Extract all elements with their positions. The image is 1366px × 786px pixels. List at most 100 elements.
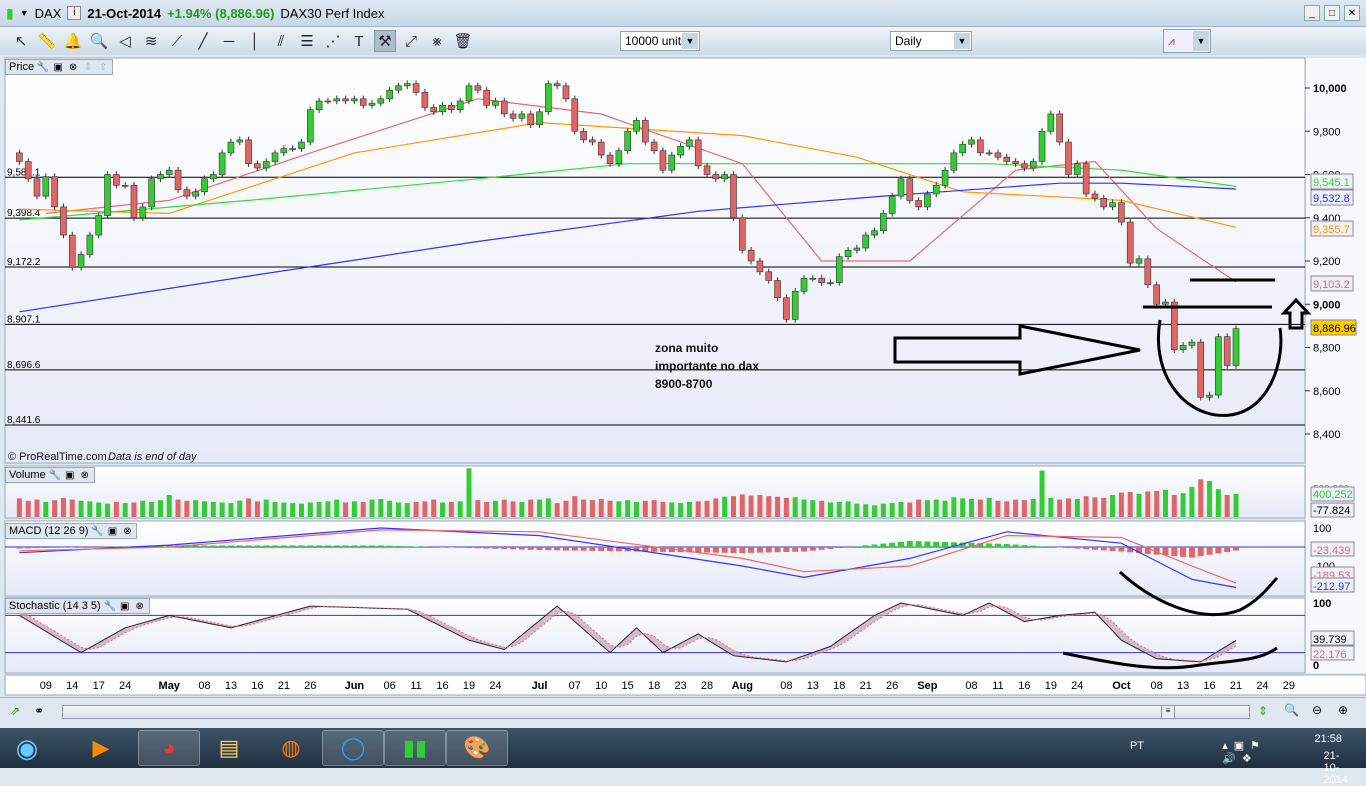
instrument-name: DAX30 Perf Index <box>280 6 384 21</box>
macd-histogram-bar <box>263 545 269 547</box>
macd-histogram-bar <box>1101 547 1107 550</box>
paint-icon[interactable]: 🎨 <box>446 730 508 766</box>
date-tick-label: 21 <box>278 680 290 692</box>
volume-bar <box>898 502 903 517</box>
channel-icon[interactable]: ≋ <box>140 30 162 52</box>
candle <box>598 142 604 155</box>
candle <box>475 86 481 90</box>
window-icon[interactable]: ▣ <box>52 61 64 73</box>
quantity-select[interactable]: 10000 units▼ <box>620 31 700 51</box>
pointer-icon[interactable]: ↖ <box>10 30 32 52</box>
macd-histogram-bar <box>792 547 798 552</box>
volume-bar <box>934 500 939 517</box>
macd-histogram-bar <box>369 545 375 547</box>
alarm-bell-icon[interactable]: 🔔 <box>62 30 84 52</box>
volume-bar <box>502 500 507 517</box>
macd-histogram-bar <box>1233 547 1239 550</box>
clock-date[interactable]: 21-10-2014 <box>1324 750 1348 786</box>
firefox-icon[interactable]: ◍ <box>260 730 322 766</box>
scrollbar-thumb[interactable]: ≡ <box>1161 706 1175 718</box>
period-select[interactable]: Daily▼ <box>890 31 972 51</box>
ruler-icon[interactable]: 📏 <box>36 30 58 52</box>
annotation-line: importante no dax <box>655 359 759 373</box>
macd-histogram-bar <box>237 545 243 547</box>
parallel-lines-icon[interactable]: ⫽ <box>270 30 292 52</box>
link-icon[interactable]: ⚭ <box>34 704 44 718</box>
clock-time[interactable]: 21:58 <box>1314 733 1342 745</box>
vertical-line-icon[interactable]: │ <box>244 30 266 52</box>
language-indicator[interactable]: PT <box>1130 740 1144 752</box>
candle <box>1039 131 1045 161</box>
dropdown-arrow-icon[interactable]: ▼ <box>20 8 29 18</box>
candlestick-icon[interactable]: ▮ <box>6 5 14 22</box>
zoom-magnifier-icon[interactable]: 🔍 <box>88 30 110 52</box>
candle <box>766 272 772 281</box>
horizontal-line-icon[interactable]: ─ <box>218 30 240 52</box>
macd-histogram-bar <box>898 542 904 547</box>
wrench-icon[interactable]: 🔧 <box>91 525 103 537</box>
volume-bar <box>431 500 436 517</box>
macd-histogram-bar <box>395 546 401 547</box>
macd-histogram-bar <box>60 547 66 548</box>
close-icon[interactable]: ⊗ <box>134 600 146 612</box>
point-segment-icon[interactable]: ⤢ <box>400 30 422 52</box>
macd-histogram-bar <box>52 547 58 548</box>
export-icon[interactable]: ⇗ <box>10 704 20 718</box>
date-tick-label: 15 <box>622 680 634 692</box>
macd-histogram-bar <box>378 545 384 547</box>
window-icon[interactable]: ▣ <box>119 600 131 612</box>
wrench-icon[interactable]: 🔧 <box>37 61 49 73</box>
file-explorer-icon[interactable]: ▤ <box>198 730 260 766</box>
candle <box>52 177 58 207</box>
maximize-button[interactable]: □ <box>1324 5 1340 21</box>
wrench-icon[interactable]: 🔧 <box>49 469 61 481</box>
candle <box>404 84 410 86</box>
volume-bar <box>1031 499 1036 517</box>
crossed-line-icon[interactable]: ⨳ <box>426 30 448 52</box>
zoom-fit-icon[interactable]: 🔍 <box>1284 703 1299 717</box>
horizontal-scrollbar[interactable]: ≡ <box>62 705 1250 719</box>
close-icon[interactable]: ⊗ <box>67 61 79 73</box>
segment-icon[interactable]: ⟋ <box>166 30 188 52</box>
move-up-icon[interactable]: ⇧ <box>97 61 109 73</box>
line-icon[interactable]: ╱ <box>192 30 214 52</box>
autoscale-icon[interactable]: ⇕ <box>1258 704 1268 718</box>
candle <box>951 153 957 170</box>
media-player-icon[interactable]: ▶ <box>70 730 132 766</box>
chrome-icon[interactable]: ◕ <box>138 730 200 766</box>
tray-icons[interactable]: ▴▣⚑🔊❖ <box>1222 739 1266 765</box>
info-icon[interactable]: i <box>67 6 81 20</box>
window-icon[interactable]: ▣ <box>106 525 118 537</box>
candle <box>977 140 983 153</box>
symbol[interactable]: DAX <box>35 6 62 21</box>
app-circle-icon[interactable]: ◯ <box>322 730 384 766</box>
zoom-in-icon[interactable]: ⊕ <box>1338 703 1348 717</box>
chart-area[interactable]: 10,0009,8009,6009,4009,2009,0008,8008,60… <box>0 55 1366 697</box>
chart-type-button[interactable]: ⩘▼ <box>1163 29 1211 53</box>
zoom-out-icon[interactable]: ⊖ <box>1312 703 1322 717</box>
move-down-icon[interactable]: ⇩ <box>82 61 94 73</box>
wrench-icon[interactable]: 🔧 <box>104 600 116 612</box>
prorealtime-icon[interactable]: ▮▮ <box>384 730 446 766</box>
last-value-label: 9,532.8 <box>1313 193 1350 205</box>
candle <box>351 99 357 101</box>
volume-bar <box>828 503 833 518</box>
close-button[interactable]: ✕ <box>1344 5 1360 21</box>
volume-bar <box>378 499 383 517</box>
macd-histogram-bar <box>1013 545 1019 547</box>
volume-bar <box>890 503 895 517</box>
macd-histogram-bar <box>889 543 895 547</box>
minimize-button[interactable]: _ <box>1304 5 1320 21</box>
fan-triangle-icon[interactable]: ◁ <box>114 30 136 52</box>
close-icon[interactable]: ⊗ <box>79 469 91 481</box>
close-icon[interactable]: ⊗ <box>121 525 133 537</box>
tools-icon[interactable]: ⚒ <box>374 30 396 52</box>
fibonacci-icon[interactable]: ☰ <box>296 30 318 52</box>
text-icon[interactable]: T <box>348 30 370 52</box>
volume-bar <box>943 501 948 517</box>
trash-icon[interactable]: 🗑 <box>452 30 474 52</box>
regression-channel-icon[interactable]: ⋰ <box>322 30 344 52</box>
window-icon[interactable]: ▣ <box>64 469 76 481</box>
price-tick-label: 8,400 <box>1313 429 1341 441</box>
start-button[interactable]: ◉ <box>2 730 52 766</box>
